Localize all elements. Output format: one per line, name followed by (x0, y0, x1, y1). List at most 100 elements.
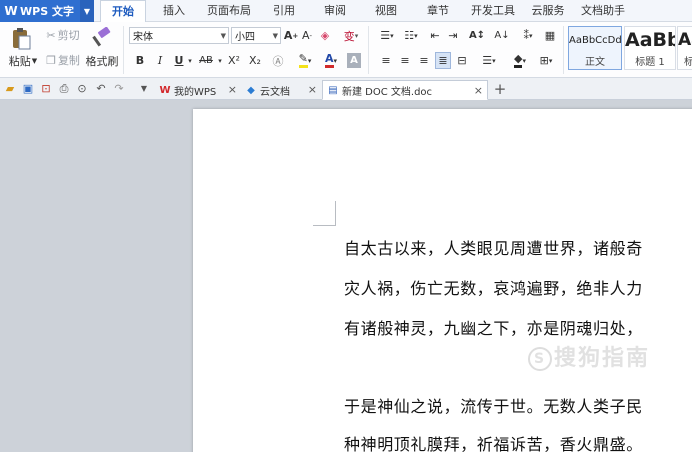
chevron-down-icon: ▼ (31, 57, 38, 65)
quick-access-dropdown-icon[interactable]: ▼ (137, 81, 151, 96)
phonetic-icon: 变 (343, 29, 355, 43)
text-direction-button[interactable]: A↕ (466, 27, 488, 44)
tab-home[interactable]: 开始 (100, 0, 146, 23)
paragraph-line[interactable]: 灾人祸，伤亡无数，哀鸿遍野，绝非人力 (344, 275, 643, 299)
chevron-down-icon: ▾ (492, 56, 496, 65)
margin-corner-mark (335, 201, 336, 226)
line-spacing-button[interactable]: ☰ ▾ (478, 52, 500, 69)
document-page[interactable]: 自太古以来，人类眼见周遭世界，诸般奇 灾人祸，伤亡无数，哀鸿遍野，绝非人力 有诸… (193, 109, 692, 452)
paragraph-line[interactable]: 种神明顶礼膜拜，祈福诉苦，香火鼎盛。 (344, 431, 643, 452)
close-icon[interactable]: × (228, 83, 237, 96)
chevron-down-icon: ▾ (333, 56, 338, 65)
watermark-text: 搜狗指南 (554, 346, 651, 371)
tab-developer[interactable]: 开发工具 (468, 0, 518, 22)
shrink-font-button[interactable]: A- (300, 27, 314, 44)
paste-label-button[interactable]: 粘贴 ▼ (5, 54, 41, 68)
chevron-down-icon: ▼ (220, 32, 226, 40)
align-left-button[interactable]: ≡ (378, 52, 394, 69)
style-normal[interactable]: AaBbCcDd 正文 (568, 26, 622, 70)
font-color-button[interactable]: A ▾ (320, 52, 342, 69)
char-shading-button[interactable]: A (347, 53, 361, 68)
tab-page-layout[interactable]: 页面布局 (203, 0, 255, 22)
cut-button[interactable]: ✂ 剪切 (43, 28, 83, 43)
highlight-color-button[interactable]: ✎ ▾ (294, 52, 316, 69)
style-heading-2[interactable]: Aa 标 (677, 26, 692, 70)
redo-icon[interactable]: ↷ (112, 81, 126, 96)
tab-cloud-service[interactable]: 云服务 (527, 0, 569, 22)
document-tab-bar: ▰ ▣ ⊡ ⎙ ⊙ ↶ ↷ ▼ W 我的WPS × ◆ 云文档 × ▤ 新建 D… (0, 78, 692, 100)
tab-view[interactable]: 视图 (366, 0, 406, 22)
tab-label: 新建 DOC 文档.doc (342, 86, 433, 98)
format-painter-icon (92, 27, 111, 47)
align-justify-button[interactable]: ≣ (435, 52, 451, 69)
font-name-select[interactable]: 宋体 ▼ (129, 27, 229, 44)
chevron-down-icon: ▾ (414, 31, 418, 40)
print-preview-icon[interactable]: ⊙ (75, 81, 89, 96)
paragraph-line[interactable]: 自太古以来，人类眼见周遭世界，诸般奇 (344, 235, 643, 259)
print-icon[interactable]: ⎙ (57, 81, 71, 96)
align-center-button[interactable]: ≡ (397, 52, 413, 69)
wps-logo-icon: W (4, 4, 18, 18)
chevron-down-icon[interactable]: ▾ (216, 52, 224, 69)
font-size-select[interactable]: 小四 ▼ (231, 27, 281, 44)
new-tab-button[interactable]: + (493, 80, 507, 98)
chevron-down-icon: ▼ (272, 32, 278, 40)
paste-icon (13, 28, 31, 50)
distributed-align-button[interactable]: ⊟ (454, 52, 470, 69)
paste-label: 粘贴 (8, 55, 31, 68)
clear-format-button[interactable]: ◈ (318, 27, 332, 44)
show-marks-button[interactable]: ⁑ ▾ (518, 27, 538, 44)
open-folder-icon[interactable]: ▰ (3, 81, 17, 96)
shading-button[interactable]: ◆ ▾ (508, 52, 532, 69)
format-painter-button[interactable] (88, 25, 114, 51)
close-icon[interactable]: × (308, 83, 317, 96)
decrease-indent-button[interactable]: ⇤ (428, 27, 442, 44)
tab-cloud-doc[interactable]: ◆ 云文档 × (241, 80, 321, 100)
save-icon[interactable]: ▣ (21, 81, 35, 96)
paragraph-line[interactable]: 于是神仙之说，流传于世。无数人类子民 (344, 393, 643, 417)
chevron-down-icon[interactable]: ▾ (186, 52, 194, 69)
borders-button[interactable]: ⊞ ▾ (535, 52, 557, 69)
tab-references[interactable]: 引用 (264, 0, 304, 22)
export-pdf-icon[interactable]: ⊡ (39, 81, 53, 96)
chevron-down-icon: ▾ (354, 31, 359, 40)
close-icon[interactable]: × (474, 84, 483, 97)
paragraph-line[interactable]: 有诸般神灵，九幽之下，亦是阴魂归处， (344, 315, 643, 339)
tab-chapter[interactable]: 章节 (418, 0, 458, 22)
sort-button[interactable]: A↓ (494, 27, 510, 44)
strikethrough-button[interactable]: AB (196, 52, 216, 69)
superscript-button[interactable]: X² (225, 52, 243, 69)
app-menu-dropdown-icon[interactable]: ▼ (80, 0, 94, 22)
subscript-button[interactable]: X₂ (246, 52, 264, 69)
paste-button[interactable] (8, 25, 34, 53)
document-area: 自太古以来，人类眼见周遭世界，诸般奇 灾人祸，伤亡无数，哀鸿遍野，绝非人力 有诸… (0, 100, 692, 452)
increase-indent-button[interactable]: ⇥ (446, 27, 460, 44)
table-button[interactable]: ▦ (542, 27, 558, 44)
margin-corner-mark (313, 225, 335, 226)
tab-insert[interactable]: 插入 (153, 0, 195, 22)
tab-review[interactable]: 审阅 (315, 0, 355, 22)
style-sample: AaBb (625, 29, 676, 51)
tab-my-wps[interactable]: W 我的WPS × (155, 80, 241, 100)
tab-new-doc[interactable]: ▤ 新建 DOC 文档.doc × (322, 80, 488, 100)
underline-button[interactable]: U (172, 52, 186, 69)
align-right-button[interactable]: ≡ (416, 52, 432, 69)
tab-doc-assistant[interactable]: 文档助手 (577, 0, 629, 22)
app-menu-button[interactable]: W WPS 文字 (0, 0, 80, 22)
ribbon-toolbar: 粘贴 ▼ ✂ 剪切 ❐ 复制 格式刷 宋体 ▼ 小四 ▼ A + A- ◈ 变 ▾ B I U… (0, 22, 692, 78)
text-effect-button[interactable]: Ⓐ (270, 52, 286, 69)
undo-icon[interactable]: ↶ (94, 81, 108, 96)
phonetic-guide-button[interactable]: 变 ▾ (340, 27, 362, 44)
cut-label: 剪切 (57, 29, 80, 42)
numbered-list-button[interactable]: ☷ ▾ (400, 27, 422, 44)
bullet-list-button[interactable]: ☰ ▾ (376, 27, 398, 44)
style-heading-1[interactable]: AaBb 标题 1 (624, 26, 676, 70)
italic-button[interactable]: I (153, 52, 167, 69)
align-justify-icon: ≣ (438, 54, 448, 67)
distributed-align-icon: ⊟ (457, 54, 467, 67)
grow-font-button[interactable]: A + (284, 27, 298, 44)
copy-button[interactable]: ❐ 复制 (43, 53, 83, 68)
bold-button[interactable]: B (133, 52, 147, 69)
watermark-logo-icon: S (528, 347, 552, 371)
style-name: 标题 1 (635, 57, 665, 68)
